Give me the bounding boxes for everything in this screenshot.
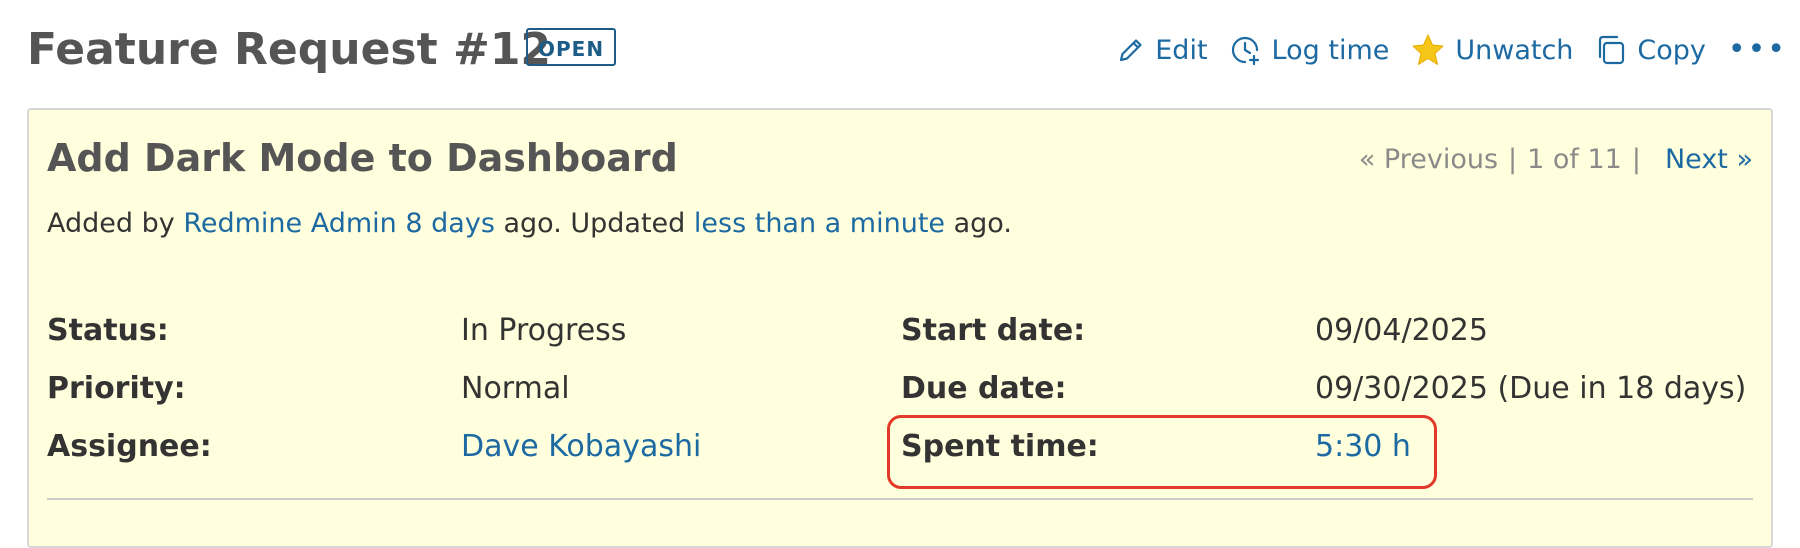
updated-ago-link[interactable]: less than a minute [694, 208, 945, 239]
pager-separator: | [1631, 144, 1641, 175]
divider [47, 498, 1753, 500]
pager-separator: | [1508, 144, 1518, 175]
star-icon [1411, 33, 1445, 67]
start-date-label: Start date: [901, 313, 1086, 348]
priority-label: Priority: [47, 371, 186, 406]
pager-position: 1 of 11 [1527, 144, 1622, 175]
status-label: Status: [47, 313, 169, 348]
author-line: Added by Redmine Admin 8 days ago. Updat… [47, 208, 1012, 239]
updated-text: ago. Updated [503, 208, 686, 239]
edit-button[interactable]: Edit [1117, 34, 1208, 66]
copy-button[interactable]: Copy [1595, 34, 1706, 66]
attribute-row: Assignee: Dave Kobayashi Spent time: 5:3… [47, 422, 1753, 472]
issue-pager: « Previous | 1 of 11 | Next » [1359, 144, 1753, 175]
status-value: In Progress [461, 313, 627, 348]
edit-label: Edit [1155, 34, 1208, 66]
log-time-label: Log time [1271, 34, 1390, 66]
added-by-text: Added by [47, 208, 175, 239]
due-date-value: 09/30/2025 (Due in 18 days) [1315, 371, 1747, 406]
status-badge: OPEN [526, 28, 617, 66]
clock-plus-icon [1230, 34, 1262, 66]
ellipsis-icon[interactable]: ••• [1728, 35, 1787, 65]
attribute-row: Status: In Progress Start date: 09/04/20… [47, 306, 1753, 356]
attribute-row: Priority: Normal Due date: 09/30/2025 (D… [47, 364, 1753, 414]
log-time-button[interactable]: Log time [1230, 34, 1390, 66]
next-link[interactable]: Next » [1665, 144, 1753, 175]
issue-header: Feature Request #12 OPEN Edit Log time U… [27, 20, 1787, 82]
unwatch-label: Unwatch [1455, 34, 1574, 66]
issue-details-box: Add Dark Mode to Dashboard « Previous | … [27, 108, 1773, 548]
copy-label: Copy [1637, 34, 1706, 66]
ago-text: ago. [953, 208, 1012, 239]
page-title: Feature Request #12 [27, 24, 552, 75]
start-date-value: 09/04/2025 [1315, 313, 1488, 348]
assignee-link[interactable]: Dave Kobayashi [461, 422, 701, 472]
pencil-icon [1117, 36, 1145, 64]
copy-icon [1595, 34, 1627, 66]
issue-subject: Add Dark Mode to Dashboard [47, 136, 678, 180]
issue-page: Feature Request #12 OPEN Edit Log time U… [0, 0, 1800, 548]
due-date-label: Due date: [901, 371, 1067, 406]
spent-time-label: Spent time: [901, 429, 1099, 464]
unwatch-button[interactable]: Unwatch [1411, 33, 1573, 67]
author-link[interactable]: Redmine Admin [183, 208, 396, 239]
contextual-actions: Edit Log time Unwatch Copy ••• [1117, 30, 1787, 70]
assignee-label: Assignee: [47, 429, 212, 464]
spent-time-link[interactable]: 5:30 h [1315, 422, 1411, 472]
priority-value: Normal [461, 371, 570, 406]
added-ago-link[interactable]: 8 days [405, 208, 495, 239]
previous-link[interactable]: « Previous [1359, 144, 1498, 175]
